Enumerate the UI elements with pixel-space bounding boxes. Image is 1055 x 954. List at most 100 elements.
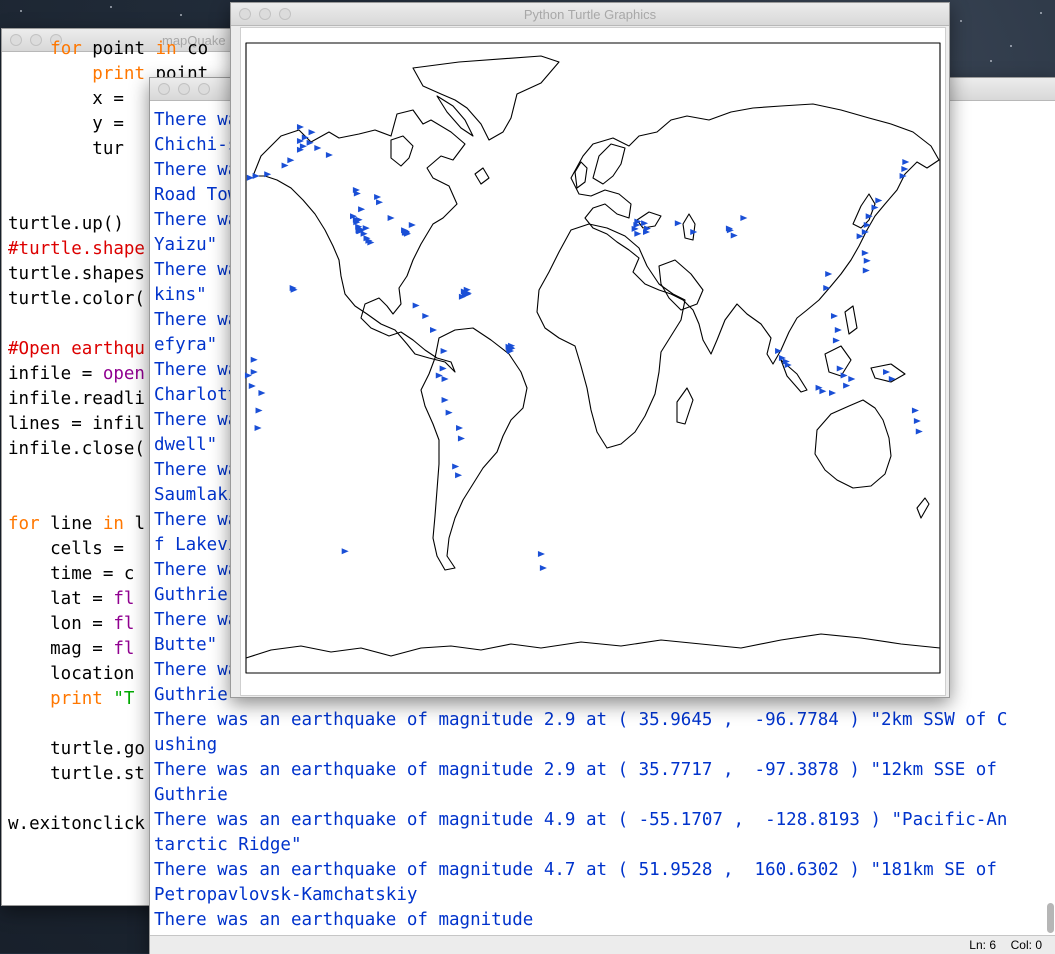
quake-marker (862, 267, 870, 274)
arabia-outline (658, 259, 704, 311)
quake-marker (641, 220, 649, 227)
newfoundland-outline (474, 167, 490, 185)
turtle-titlebar[interactable]: Python Turtle Graphics (231, 3, 949, 26)
borneo-outline (824, 345, 852, 377)
code-token: fl (113, 589, 135, 609)
quake-marker (863, 257, 871, 264)
zoom-button[interactable] (198, 83, 210, 95)
quake-marker (358, 206, 366, 213)
code-token: infile.close( (8, 439, 145, 459)
madagascar-outline (676, 387, 694, 425)
code-token: lat = (8, 589, 114, 609)
shell-line: Petropavlovsk-Kamchatskiy (154, 885, 418, 905)
caspian-sea-outline (682, 213, 696, 241)
britain-outline (574, 161, 588, 189)
quake-marker (441, 376, 449, 382)
world-map (244, 42, 941, 674)
quake-marker (863, 222, 871, 228)
code-token: turtle.up() (8, 214, 124, 234)
quake-marker (861, 250, 869, 256)
quake-marker (376, 199, 384, 206)
quake-marker (248, 383, 256, 389)
quake-marker (832, 337, 840, 344)
code-token: co (176, 39, 209, 59)
code-token: line (39, 514, 103, 534)
code-token: l (123, 514, 145, 534)
scandinavia-outline (592, 143, 626, 185)
philippines-outline (844, 305, 858, 335)
close-button[interactable] (158, 83, 170, 95)
code-token: for (50, 39, 82, 59)
quake-marker (308, 129, 316, 136)
code-token: point (81, 39, 156, 59)
quake-marker (325, 152, 333, 158)
quake-marker (255, 407, 263, 414)
map-border (245, 42, 941, 674)
shell-line: tarctic Ridge" (154, 835, 302, 855)
new-guinea-outline (870, 363, 906, 383)
baffin-island-outline (436, 95, 474, 137)
quake-marker (740, 215, 748, 221)
vertical-scrollbar[interactable] (1047, 903, 1054, 933)
quake-marker (539, 565, 547, 571)
code-token: tur (8, 139, 124, 159)
shell-line: ushing (154, 735, 218, 755)
quake-marker (362, 225, 370, 232)
status-bar: Ln: 6 Col: 0 (150, 935, 1055, 954)
code-token: lines = infil (8, 414, 145, 434)
quake-marker (836, 365, 844, 372)
code-token: time = c (8, 564, 135, 584)
africa-outline (536, 223, 686, 449)
quake-marker (254, 425, 262, 431)
code-token: infile = (8, 364, 103, 384)
quake-marker (452, 463, 460, 470)
code-token: "T (102, 689, 135, 709)
quake-marker (258, 390, 266, 396)
code-token: mag = (8, 639, 114, 659)
antarctica-outline (245, 633, 941, 659)
quake-marker (301, 134, 309, 141)
quake-marker (445, 409, 453, 416)
quake-marker (634, 230, 642, 237)
quake-marker (913, 418, 921, 424)
code-token: turtle.st (8, 764, 145, 784)
code-token: open (102, 364, 145, 384)
turtle-canvas[interactable] (240, 27, 946, 696)
code-token: #Open earthqu (8, 339, 145, 359)
quake-marker (341, 548, 349, 555)
quake-marker (296, 124, 304, 130)
shell-line: There was an earthquake of magnitude 4.7… (154, 860, 997, 880)
code-token: #turtle.shape (8, 239, 145, 259)
quake-marker (848, 376, 856, 382)
code-line: for point in co (8, 37, 208, 62)
quake-marker (287, 157, 295, 164)
quake-marker (823, 285, 831, 291)
quake-marker (455, 472, 463, 479)
quake-marker (250, 356, 258, 363)
quake-marker (281, 162, 289, 169)
code-token: lon = (8, 614, 114, 634)
new-zealand-outline (916, 497, 930, 519)
quake-marker (429, 327, 437, 333)
quake-marker (911, 407, 919, 414)
quake-marker (843, 382, 851, 389)
greenland-outline (412, 55, 560, 141)
quake-marker (537, 551, 545, 557)
shell-line: There was an earthquake of magnitude 2.9… (154, 760, 997, 780)
code-token: cells = (8, 539, 135, 559)
quake-marker (299, 143, 307, 150)
code-token: fl (113, 639, 135, 659)
quake-marker (250, 369, 258, 375)
code-token: turtle.shapes (8, 264, 145, 284)
code-token: in (155, 39, 177, 59)
quake-marker (374, 194, 382, 200)
quake-marker (408, 222, 416, 228)
quake-marker (439, 365, 447, 372)
quake-marker (674, 220, 682, 227)
quake-marker (829, 390, 837, 396)
line-number: Ln: 6 (969, 938, 996, 952)
quake-marker (457, 435, 465, 442)
minimize-button[interactable] (178, 83, 190, 95)
code-token: infile.readli (8, 389, 145, 409)
